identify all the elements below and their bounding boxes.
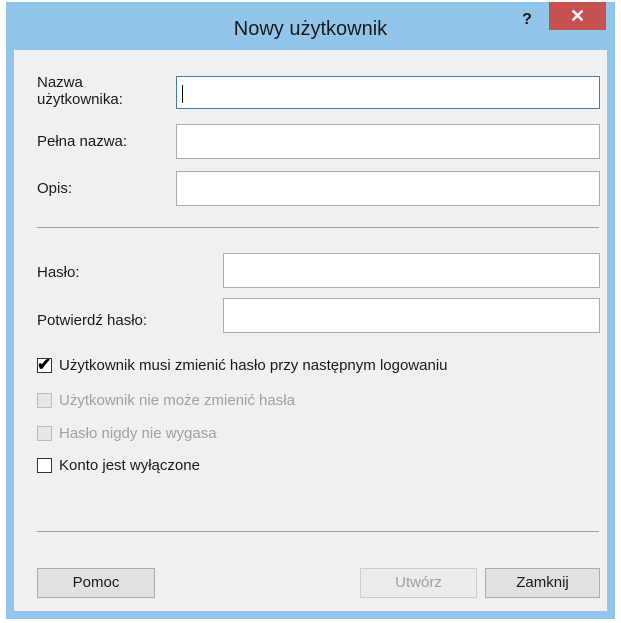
text-caret [182,85,183,103]
username-label: Nazwa użytkownika: [37,74,123,108]
fullname-input[interactable] [176,124,600,159]
separator-bottom [37,531,599,532]
password-label: Hasło: [37,264,80,281]
username-input[interactable] [176,76,600,109]
fullname-label: Pełna nazwa: [37,133,128,150]
must-change-label: Użytkownik musi zmienić hasło przy nastę… [59,357,448,374]
account-disabled-option[interactable]: Konto jest wyłączone [37,457,247,477]
account-disabled-label: Konto jest wyłączone [59,457,200,474]
account-disabled-checkbox[interactable] [37,458,52,473]
never-expires-option: Hasło nigdy nie wygasa [37,425,277,445]
description-label: Opis: [37,180,73,197]
description-input[interactable] [176,171,600,206]
help-button[interactable]: Pomoc [37,568,155,598]
close-button[interactable]: Zamknij [485,568,600,598]
separator-top [37,227,599,228]
dialog-body: Nazwa użytkownika: Pełna nazwa: Opis: Ha… [14,50,607,611]
password-input[interactable] [223,253,600,288]
confirm-password-label: Potwierdź hasło: [37,312,148,329]
help-icon[interactable]: ? [507,6,547,34]
cannot-change-password-option: Użytkownik nie może zmienić hasła [37,392,357,412]
title-bar[interactable]: Nowy użytkownik ? ✕ [6,2,615,50]
cannot-change-label: Użytkownik nie może zmienić hasła [59,392,295,409]
close-icon[interactable]: ✕ [549,2,606,30]
cannot-change-checkbox [37,393,52,408]
checkmark-icon: ✔ [37,355,52,374]
new-user-dialog: Nowy użytkownik ? ✕ Nazwa użytkownika: P… [6,2,615,619]
never-expires-checkbox [37,426,52,441]
must-change-password-option[interactable]: ✔ Użytkownik musi zmienić hasło przy nas… [37,355,517,377]
create-button: Utwórz [360,568,477,598]
must-change-checkbox[interactable]: ✔ [37,355,52,374]
confirm-password-input[interactable] [223,298,600,333]
never-expires-label: Hasło nigdy nie wygasa [59,425,217,442]
